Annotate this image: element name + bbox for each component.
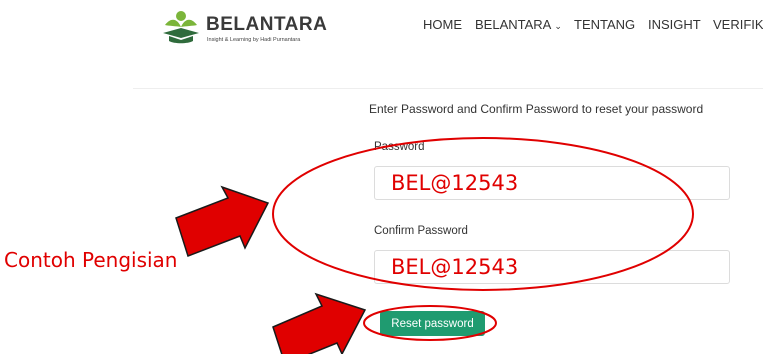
reset-password-button[interactable]: Reset password	[380, 311, 485, 336]
brand-name: BELANTARA	[206, 14, 328, 35]
password-input[interactable]	[375, 167, 729, 199]
confirm-password-input[interactable]	[375, 251, 729, 283]
brand-tagline: Insight & Learning by Hadi Purnantara	[207, 37, 301, 43]
nav-home[interactable]: HOME	[423, 17, 462, 32]
header-divider	[133, 88, 763, 89]
nav-insight[interactable]: INSIGHT	[648, 17, 701, 32]
chevron-down-icon: ⌄	[554, 21, 562, 31]
annotation-arrow	[272, 292, 367, 354]
nav-verifikasi[interactable]: VERIFIKA	[713, 17, 763, 32]
brand-logo[interactable]: BELANTARA Insight & Learning by Hadi Pur…	[160, 8, 327, 48]
password-label: Password	[374, 141, 425, 153]
confirm-password-label: Confirm Password	[374, 225, 468, 237]
annotation-arrow	[175, 185, 270, 257]
annotation-caption: Contoh Pengisian	[4, 248, 178, 272]
confirm-password-field[interactable]	[374, 250, 730, 284]
password-field[interactable]	[374, 166, 730, 200]
form-intro: Enter Password and Confirm Password to r…	[369, 102, 704, 116]
nav-belantara-label: BELANTARA	[475, 17, 552, 32]
logo-icon	[163, 11, 199, 44]
nav-tentang[interactable]: TENTANG	[574, 17, 635, 32]
nav-belantara[interactable]: BELANTARA ⌄	[475, 17, 562, 32]
